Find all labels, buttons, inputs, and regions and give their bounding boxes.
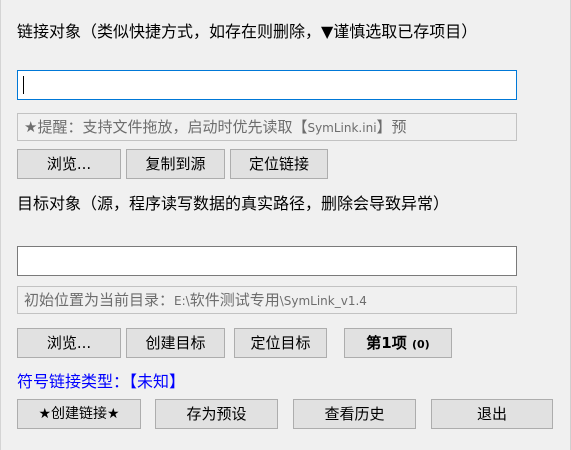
link-type-value: 【未知】: [129, 372, 186, 391]
target-label: 目标对象（源，程序读写数据的真实路径，删除会导致异常）: [17, 194, 450, 213]
save-preset-button[interactable]: 存为预设: [155, 399, 278, 429]
target-path-input[interactable]: [17, 246, 517, 276]
target-hint-folder: 软件测试专用: [189, 291, 280, 309]
item-selector-button[interactable]: 第1项 (0): [344, 328, 452, 358]
view-history-button[interactable]: 查看历史: [293, 399, 416, 429]
create-link-button[interactable]: ★创建链接★: [17, 399, 141, 429]
source-label: 链接对象（类似快捷方式，如存在则删除，▼谨慎选取已存项目）: [17, 22, 478, 41]
copy-to-source-button[interactable]: 复制到源: [126, 149, 225, 179]
source-hint-filename: SymLink.ini: [307, 121, 377, 135]
item-selector-label: 第1项: [366, 334, 407, 352]
target-hint-drive: E:\: [174, 294, 190, 308]
source-hint-text: ★提醒：支持文件拖放，启动时优先读取【: [24, 118, 308, 136]
locate-target-button[interactable]: 定位目标: [234, 328, 327, 358]
create-target-button[interactable]: 创建目标: [126, 328, 225, 358]
text-caret: [23, 76, 24, 94]
source-path-input[interactable]: [17, 70, 517, 100]
symlink-window: 链接对象（类似快捷方式，如存在则删除，▼谨慎选取已存项目） ★提醒：支持文件拖放…: [0, 0, 571, 450]
target-hint: 初始位置为当前目录：E:\软件测试专用\SymLink_v1.4: [17, 286, 517, 314]
link-type-label: 符号链接类型：: [17, 372, 130, 391]
target-browse-button[interactable]: 浏览...: [17, 328, 121, 358]
source-hint-tail: 】预: [376, 118, 407, 136]
target-hint-text: 初始位置为当前目录：: [24, 291, 175, 309]
locate-link-button[interactable]: 定位链接: [230, 149, 328, 179]
source-hint: ★提醒：支持文件拖放，启动时优先读取【SymLink.ini】预: [17, 113, 517, 141]
source-browse-button[interactable]: 浏览...: [17, 149, 121, 179]
item-count: (0): [411, 338, 430, 351]
target-hint-subfolder: \SymLink_v1.4: [279, 294, 367, 308]
exit-button[interactable]: 退出: [431, 399, 553, 429]
link-type-status: 符号链接类型：【未知】: [17, 372, 185, 391]
